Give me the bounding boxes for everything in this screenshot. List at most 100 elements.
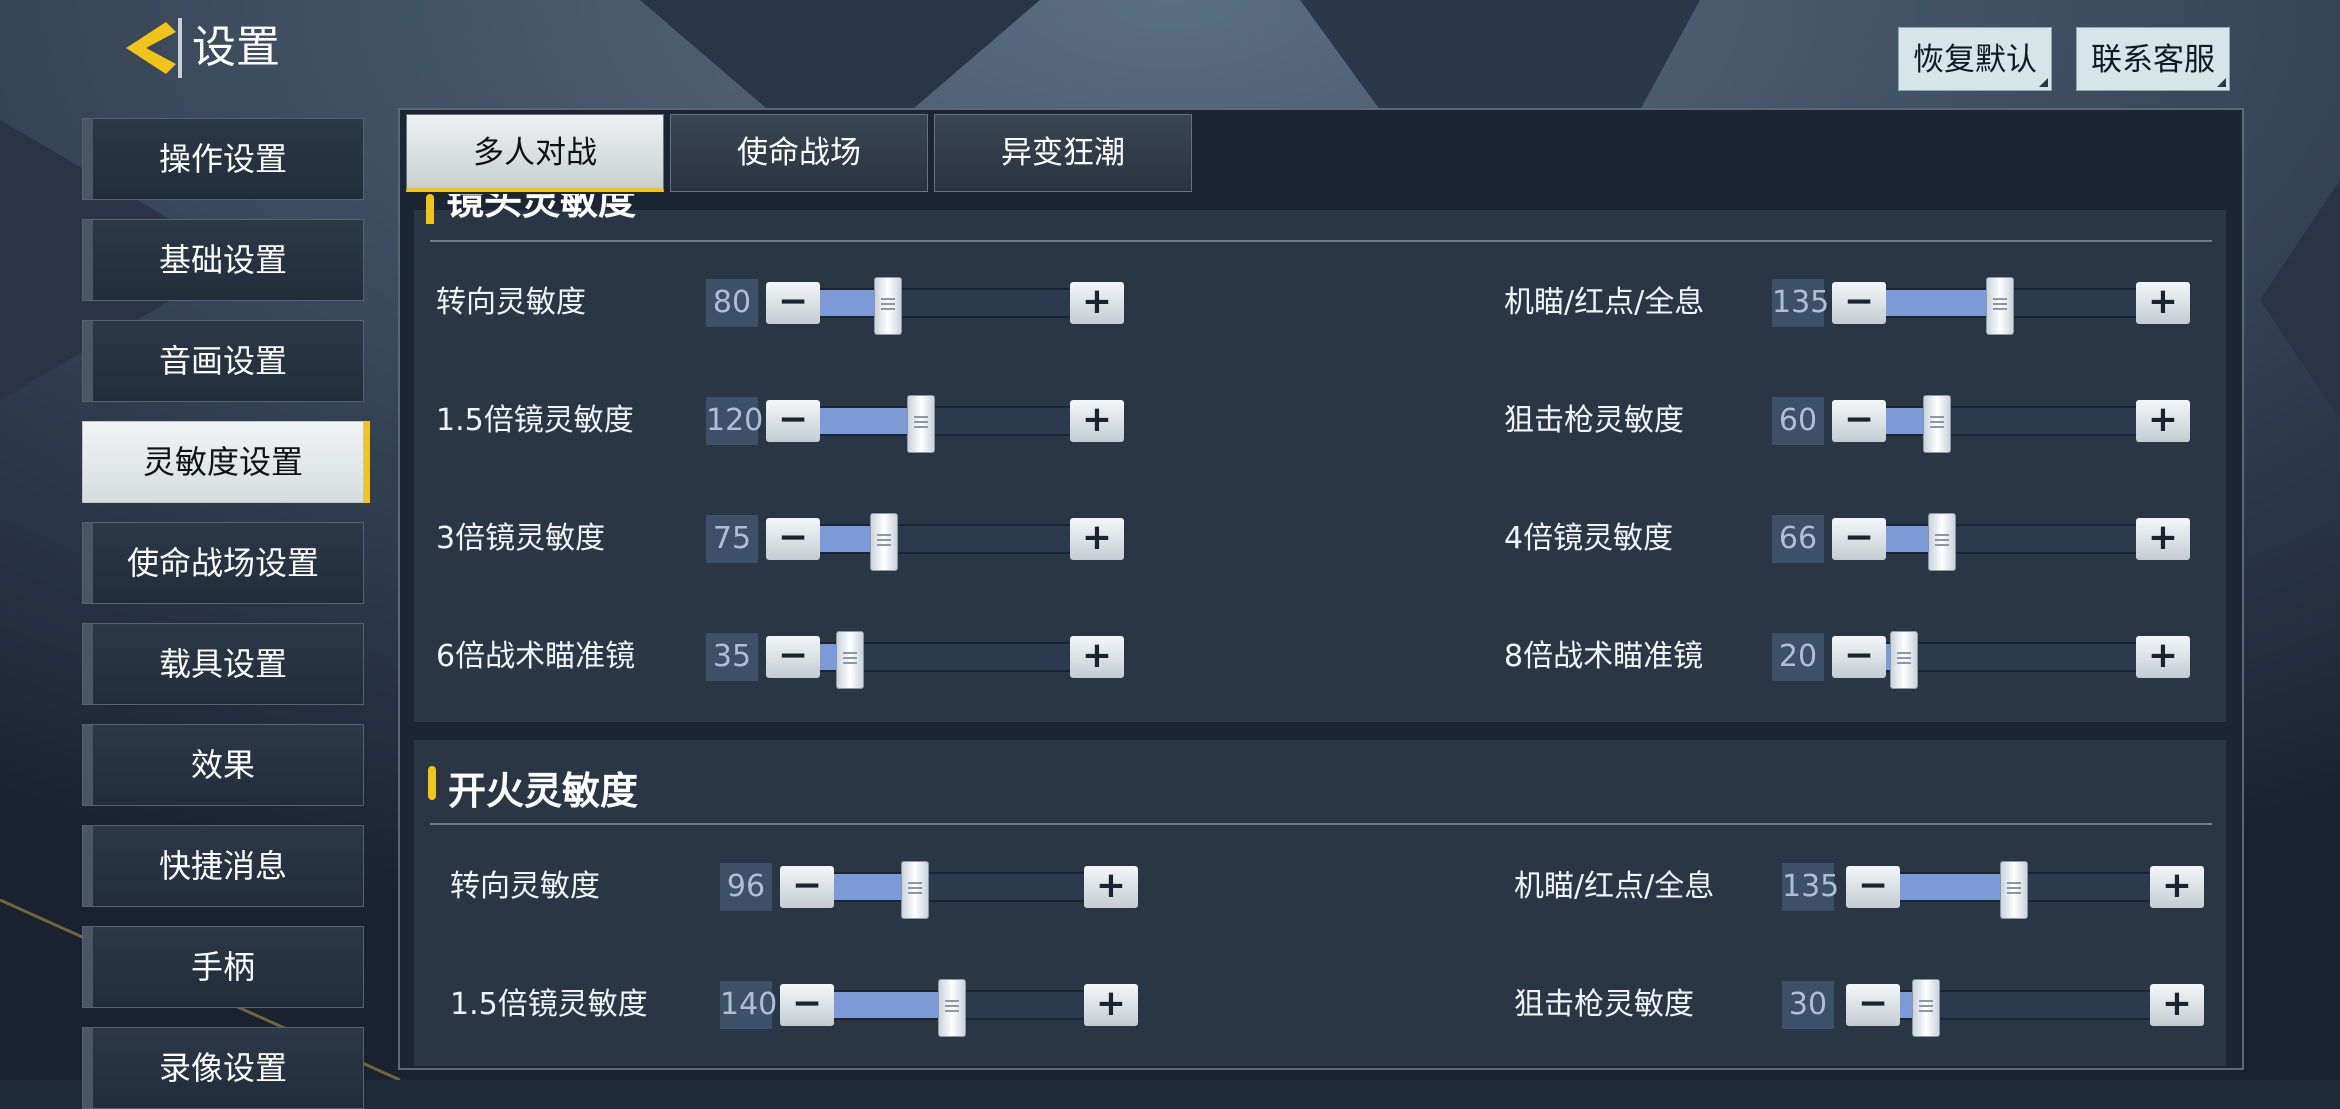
increase-button[interactable]: + — [1070, 400, 1124, 442]
section-divider — [430, 240, 2212, 242]
sidebar-item[interactable]: 使命战场设置 — [82, 522, 364, 604]
slider-thumb[interactable] — [836, 631, 865, 689]
plus-icon: + — [2147, 635, 2179, 676]
decrease-button[interactable]: − — [1846, 866, 1900, 908]
slider-thumb[interactable] — [1999, 861, 2028, 919]
setting-value: 96 — [720, 863, 772, 911]
slider-thumb[interactable] — [1889, 631, 1918, 689]
sidebar-item[interactable]: 载具设置 — [82, 623, 364, 705]
sidebar-item[interactable]: 快捷消息 — [82, 825, 364, 907]
plus-icon: + — [1081, 635, 1113, 676]
slider-thumb[interactable] — [1912, 979, 1940, 1037]
plus-icon: + — [1081, 399, 1113, 440]
plus-icon: + — [1095, 865, 1127, 906]
setting-label: 机瞄/红点/全息 — [1504, 285, 1705, 320]
slider-thumb[interactable] — [937, 979, 966, 1037]
increase-button[interactable]: + — [2150, 866, 2204, 908]
increase-button[interactable]: + — [1084, 866, 1138, 908]
section-marker — [428, 766, 436, 800]
sidebar-item[interactable]: 录像设置 — [82, 1027, 364, 1109]
plus-icon: + — [2161, 865, 2193, 906]
sensitivity-slider[interactable] — [1886, 277, 2136, 335]
minus-icon: − — [777, 635, 809, 676]
back-button[interactable] — [118, 16, 186, 80]
setting-label: 1.5倍镜灵敏度 — [450, 987, 648, 1022]
setting-label: 1.5倍镜灵敏度 — [436, 403, 634, 438]
sensitivity-slider[interactable] — [1886, 395, 2136, 453]
increase-button[interactable]: + — [1070, 282, 1124, 324]
decrease-button[interactable]: − — [766, 636, 820, 678]
setting-label: 狙击枪灵敏度 — [1504, 403, 1684, 438]
minus-icon: − — [777, 281, 809, 322]
setting-label: 4倍镜灵敏度 — [1504, 521, 1674, 556]
slider-thumb[interactable] — [1923, 395, 1951, 453]
slider-thumb[interactable] — [873, 277, 902, 335]
setting-label: 狙击枪灵敏度 — [1514, 987, 1694, 1022]
sidebar-item[interactable]: 手柄 — [82, 926, 364, 1008]
slider-thumb[interactable] — [1928, 513, 1956, 571]
decrease-button[interactable]: − — [1832, 400, 1886, 442]
setting-label: 8倍战术瞄准镜 — [1504, 639, 1704, 674]
sensitivity-slider[interactable] — [820, 513, 1070, 571]
sensitivity-slider[interactable] — [1900, 861, 2150, 919]
sidebar-item[interactable]: 灵敏度设置 — [82, 421, 364, 503]
increase-button[interactable]: + — [1070, 636, 1124, 678]
increase-button[interactable]: + — [2136, 400, 2190, 442]
slider-fill — [834, 992, 951, 1018]
increase-button[interactable]: + — [2136, 282, 2190, 324]
setting-value: 35 — [706, 633, 758, 681]
sidebar-item[interactable]: 音画设置 — [82, 320, 364, 402]
plus-icon: + — [2147, 399, 2179, 440]
sensitivity-slider[interactable] — [820, 277, 1070, 335]
setting-label: 6倍战术瞄准镜 — [436, 639, 636, 674]
slider-thumb[interactable] — [869, 513, 898, 571]
setting-label: 转向灵敏度 — [450, 869, 600, 904]
sensitivity-slider[interactable] — [834, 861, 1084, 919]
slider-thumb[interactable] — [907, 395, 935, 453]
sensitivity-slider[interactable] — [1900, 979, 2150, 1037]
section-divider — [430, 823, 2212, 825]
minus-icon: − — [1857, 865, 1889, 906]
increase-button[interactable]: + — [1084, 984, 1138, 1026]
setting-value: 60 — [1772, 397, 1824, 445]
sensitivity-slider[interactable] — [820, 631, 1070, 689]
setting-value: 80 — [706, 279, 758, 327]
sensitivity-slider[interactable] — [820, 395, 1070, 453]
contact-support-button[interactable]: 联系客服 — [2076, 27, 2230, 91]
sidebar-item[interactable]: 基础设置 — [82, 219, 364, 301]
section-title: 镜头灵敏度 — [446, 194, 637, 223]
sidebar-item[interactable]: 操作设置 — [82, 118, 364, 200]
plus-icon: + — [2161, 983, 2193, 1024]
increase-button[interactable]: + — [2136, 636, 2190, 678]
decrease-button[interactable]: − — [780, 984, 834, 1026]
minus-icon: − — [1843, 635, 1875, 676]
sensitivity-slider[interactable] — [1886, 631, 2136, 689]
plus-icon: + — [1081, 281, 1113, 322]
slider-thumb[interactable] — [901, 861, 929, 919]
minus-icon: − — [1857, 983, 1889, 1024]
increase-button[interactable]: + — [2150, 984, 2204, 1026]
decrease-button[interactable]: − — [766, 282, 820, 324]
decrease-button[interactable]: − — [780, 866, 834, 908]
sensitivity-slider[interactable] — [1886, 513, 2136, 571]
tab[interactable]: 使命战场 — [670, 114, 928, 192]
setting-value: 20 — [1772, 633, 1824, 681]
increase-button[interactable]: + — [2136, 518, 2190, 560]
plus-icon: + — [2147, 517, 2179, 558]
decrease-button[interactable]: − — [1846, 984, 1900, 1026]
slider-thumb[interactable] — [1985, 277, 2014, 335]
tab[interactable]: 多人对战 — [406, 114, 664, 192]
decrease-button[interactable]: − — [766, 518, 820, 560]
tab[interactable]: 异变狂潮 — [934, 114, 1192, 192]
decrease-button[interactable]: − — [1832, 518, 1886, 560]
setting-value: 120 — [706, 397, 763, 445]
sidebar-item[interactable]: 效果 — [82, 724, 364, 806]
sensitivity-slider[interactable] — [834, 979, 1084, 1037]
increase-button[interactable]: + — [1070, 518, 1124, 560]
minus-icon: − — [791, 983, 823, 1024]
restore-defaults-button[interactable]: 恢复默认 — [1898, 27, 2052, 91]
decrease-button[interactable]: − — [766, 400, 820, 442]
decrease-button[interactable]: − — [1832, 282, 1886, 324]
slider-fill — [820, 408, 920, 434]
decrease-button[interactable]: − — [1832, 636, 1886, 678]
